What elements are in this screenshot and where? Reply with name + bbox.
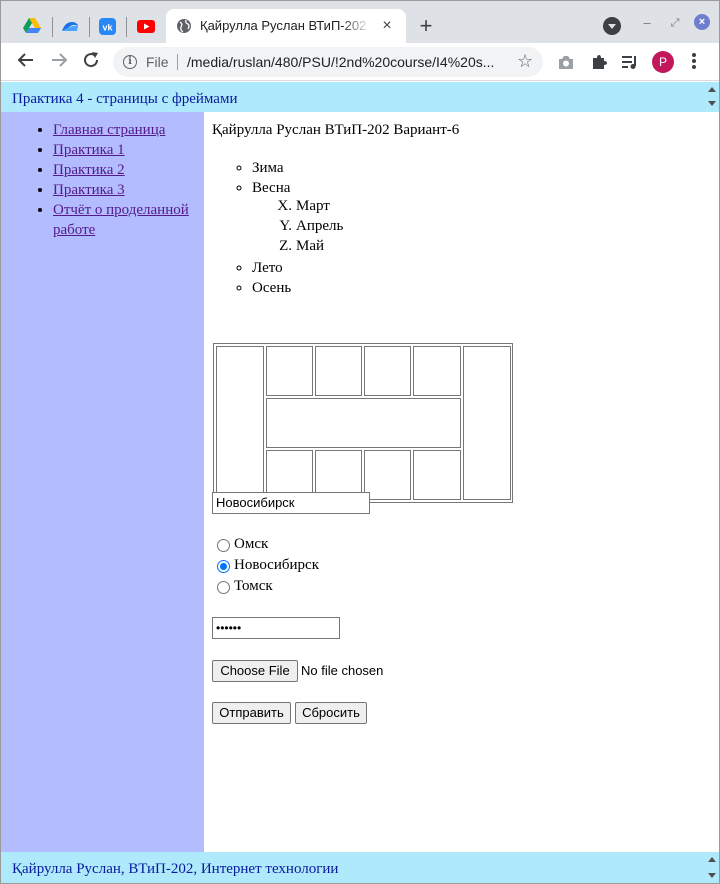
top-frame-title: Практика 4 - страницы с фреймами [12,91,238,107]
month-item: X. Март [274,196,343,216]
radio-label: Томск [234,578,273,594]
radio-button[interactable] [217,581,230,594]
nav-link-practice-1[interactable]: Практика 1 [53,142,125,158]
password-input[interactable]: •••••• [212,617,340,639]
nav-item: Практика 3 [53,180,200,200]
browser-toolbar: i File /media/ruslan/480/PSU/!2nd%20cour… [1,43,719,81]
scroll-up-arrow-icon[interactable] [708,87,716,92]
radio-option-omsk[interactable]: Омск [217,536,417,556]
month-item: Y. Апрель [274,216,343,236]
nav-item: Отчёт о проделанной работе [53,200,200,240]
table-cell [413,346,461,396]
scroll-down-arrow-icon[interactable] [708,873,716,878]
reload-icon[interactable] [80,51,102,73]
tab-separator [89,17,90,37]
url-text[interactable]: /media/ruslan/480/PSU/!2nd%20course/I4%2… [187,54,507,70]
page-heading: Қайрулла Руслан ВТиП-202 Вариант-6 [212,122,460,138]
table-cell [216,346,264,500]
radio-button-checked[interactable] [217,560,230,573]
forward-arrow-icon[interactable] [48,51,70,73]
table-cell [266,398,461,448]
tab-search-icon[interactable] [603,17,621,35]
nav-link-home[interactable]: Главная страница [53,122,165,138]
file-status-text: No file chosen [301,663,384,678]
season-item: Весна [252,178,291,198]
table-cell [315,346,362,396]
main-frame: Қайрулла Руслан ВТиП-202 Вариант-6 Зима … [204,112,719,852]
city-text-input[interactable]: Новосибирск [212,492,370,514]
camera-icon[interactable] [557,53,575,71]
restore-icon[interactable]: ⤢ [665,13,685,33]
left-nav-frame: Главная страница Практика 1 Практика 2 П… [1,112,204,852]
scroll-up-arrow-icon[interactable] [708,857,716,862]
url-scheme: File [146,54,169,70]
bookmark-star-icon[interactable]: ☆ [517,51,533,72]
bottom-frame-scrollbar[interactable] [705,852,719,883]
month-name: Март [296,198,330,214]
radio-option-novosibirsk[interactable]: Новосибирск [217,557,417,577]
table-cell [413,450,461,500]
month-marker: X. [277,198,292,214]
active-tab[interactable]: Қайрулла Руслан ВТиП-202 × [166,9,406,43]
page-viewport: Практика 4 - страницы с фреймами Главная… [1,82,719,883]
nav-link-practice-2[interactable]: Практика 2 [53,162,125,178]
scroll-down-arrow-icon[interactable] [708,101,716,106]
reset-button[interactable]: Сбросить [295,702,367,724]
nav-item: Главная страница [53,120,200,140]
month-name: Май [296,238,325,254]
month-item: Z. Май [274,236,343,256]
table-cell [364,346,411,396]
media-control-icon[interactable] [621,53,639,71]
tab-title-fade [341,13,371,37]
nav-item: Практика 1 [53,140,200,160]
spring-months-list: X. Март Y. Апрель Z. Май [274,196,343,256]
tab-separator [126,17,127,37]
radio-label: Омск [234,536,269,552]
choose-file-button[interactable]: Choose File [212,660,298,682]
radio-label: Новосибирск [234,557,319,573]
globe-icon [177,19,191,33]
top-frame-scrollbar[interactable] [705,82,719,112]
table-cell [463,346,511,500]
top-frame: Практика 4 - страницы с фреймами [1,82,719,112]
browser-window: vk Қайрулла Руслан ВТиП-202 × + – ⤢ × i [0,0,720,884]
month-marker: Y. [279,218,292,234]
bordered-table [213,343,513,503]
nav-item: Практика 2 [53,160,200,180]
nav-link-practice-3[interactable]: Практика 3 [53,182,125,198]
address-bar[interactable]: i File /media/ruslan/480/PSU/!2nd%20cour… [113,47,543,77]
info-icon[interactable]: i [123,55,137,69]
minimize-icon[interactable]: – [637,13,657,33]
table-cell [266,346,313,396]
bottom-frame: Қайрулла Руслан, ВТиП-202, Интернет техн… [1,852,719,883]
radio-option-tomsk[interactable]: Томск [217,578,417,598]
tab-close-icon[interactable]: × [378,17,396,35]
radio-button[interactable] [217,539,230,552]
tab-strip: vk Қайрулла Руслан ВТиП-202 × + – ⤢ × [1,1,719,43]
month-name: Апрель [296,218,344,234]
month-marker: Z. [279,238,292,254]
svg-text:vk: vk [102,22,113,32]
nav-list: Главная страница Практика 1 Практика 2 П… [35,120,200,240]
address-separator [177,54,178,70]
season-item: Осень [252,278,291,298]
profile-avatar[interactable]: P [652,51,674,73]
new-tab-button[interactable]: + [415,15,437,37]
close-window-icon[interactable]: × [694,14,710,30]
tab-separator [52,17,53,37]
bottom-frame-title: Қайрулла Руслан, ВТиП-202, Интернет техн… [12,861,339,877]
vk-icon[interactable]: vk [93,12,121,40]
table-cell [364,450,411,500]
nav-link-report[interactable]: Отчёт о проделанной работе [53,202,189,238]
submit-button[interactable]: Отправить [212,702,291,724]
youtube-icon[interactable] [132,12,160,40]
season-item: Зима [252,158,291,178]
season-item: Лето [252,258,291,278]
extensions-puzzle-icon[interactable] [590,53,608,71]
kebab-menu-icon[interactable] [689,52,699,72]
back-arrow-icon[interactable] [15,51,37,73]
google-drive-icon[interactable] [18,12,46,40]
cloud-app-icon[interactable] [56,12,84,40]
